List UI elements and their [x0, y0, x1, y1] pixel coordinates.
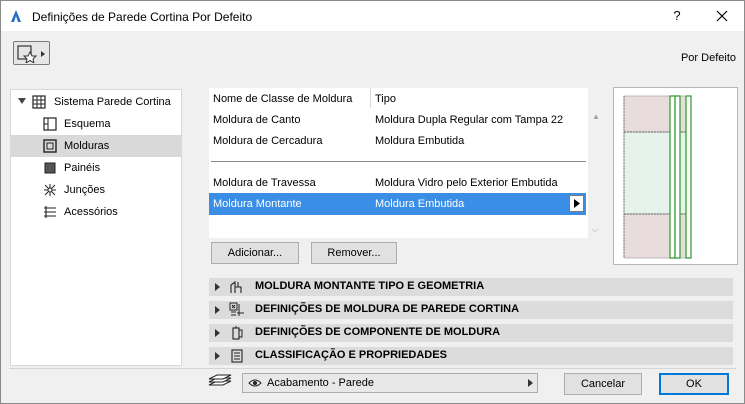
row-menu-button[interactable] [569, 195, 584, 212]
section-label: MOLDURA MONTANTE TIPO E GEOMETRIA [255, 280, 485, 292]
title-bar: Definições de Parede Cortina Por Defeito… [1, 1, 744, 31]
dialog-window: Definições de Parede Cortina Por Defeito… [0, 0, 745, 404]
remove-frame-button[interactable]: Remover... [311, 242, 397, 264]
frame-class-name: Moldura de Cercadura [213, 135, 323, 147]
frames-icon [43, 139, 57, 153]
chevron-right-icon [528, 379, 533, 387]
settings-tree-sidebar: Sistema Parede Cortina Esquema Molduras … [10, 89, 182, 366]
frame-preview [613, 87, 738, 265]
sidebar-item-label: Sistema Parede Cortina [54, 96, 171, 108]
sidebar-item-panels[interactable]: Painéis [11, 157, 181, 179]
classification-icon [231, 349, 243, 363]
panels-icon [44, 162, 56, 174]
favorites-button[interactable] [13, 41, 50, 65]
chevron-right-icon [574, 199, 580, 208]
frame-class-name: Moldura Montante [213, 198, 302, 210]
sidebar-item-scheme[interactable]: Esquema [11, 113, 181, 135]
section-label: DEFINIÇÕES DE COMPONENTE DE MOLDURA [255, 326, 501, 338]
cancel-button[interactable]: Cancelar [564, 373, 642, 395]
layers-icon [208, 374, 232, 386]
column-header-class: Nome de Classe de Moldura [213, 93, 353, 105]
frame-classes-table: Nome de Classe de Moldura Tipo Moldura d… [209, 88, 588, 238]
table-header-row: Nome de Classe de Moldura Tipo [209, 88, 586, 110]
layer-select[interactable]: Acabamento - Parede [242, 373, 538, 393]
frame-type: Moldura Embutida [375, 198, 465, 210]
footer-divider [9, 368, 736, 369]
tree-expand-icon [18, 98, 26, 104]
table-row[interactable]: Moldura de Cercadura Moldura Embutida [209, 130, 586, 152]
section-label: CLASSIFICAÇÃO E PROPRIEDADES [255, 349, 447, 361]
table-row[interactable]: Moldura de Travessa Moldura Vidro pelo E… [209, 172, 586, 194]
scroll-up-icon[interactable]: ▲ [592, 112, 600, 121]
section-label: DEFINIÇÕES DE MOLDURA DE PAREDE CORTINA [255, 303, 520, 315]
help-button[interactable]: ? [665, 5, 689, 27]
close-icon [716, 10, 728, 22]
defaults-label: Por Defeito [680, 52, 736, 64]
section-classification-properties[interactable]: CLASSIFICAÇÃO E PROPRIEDADES [209, 347, 733, 365]
scheme-icon [43, 117, 57, 131]
section-frame-type-geometry[interactable]: MOLDURA MONTANTE TIPO E GEOMETRIA [209, 278, 733, 296]
close-button[interactable] [707, 5, 737, 27]
table-row[interactable]: Moldura de Canto Moldura Dupla Regular c… [209, 109, 586, 131]
frame-class-name: Moldura de Travessa [213, 177, 316, 189]
table-row-selected[interactable]: Moldura Montante Moldura Embutida [209, 193, 586, 215]
table-separator [211, 161, 586, 162]
accessories-icon [44, 206, 56, 218]
archicad-logo-icon [11, 10, 21, 22]
frame-geometry-icon [230, 280, 242, 293]
sidebar-item-junctions[interactable]: Junções [11, 179, 181, 201]
frame-type: Moldura Dupla Regular com Tampa 22 [375, 114, 564, 126]
chevron-right-icon [215, 306, 220, 314]
column-header-type: Tipo [375, 93, 396, 105]
sidebar-item-curtain-wall-system[interactable]: Sistema Parede Cortina [11, 91, 181, 113]
column-divider [370, 88, 371, 108]
sidebar-item-label: Acessórios [64, 206, 118, 218]
add-frame-button[interactable]: Adicionar... [211, 242, 299, 264]
sidebar-item-accessories[interactable]: Acessórios [11, 201, 181, 223]
chevron-right-icon [215, 352, 220, 360]
scroll-down-icon[interactable]: ⌵ [592, 225, 598, 235]
sidebar-item-label: Junções [64, 184, 105, 196]
sidebar-item-label: Painéis [64, 162, 101, 174]
junctions-icon [44, 184, 56, 196]
section-frame-component-settings[interactable]: DEFINIÇÕES DE COMPONENTE DE MOLDURA [209, 324, 733, 342]
sidebar-item-label: Molduras [64, 140, 110, 152]
frame-settings-icon [229, 302, 244, 316]
favorites-icon [17, 45, 45, 63]
sidebar-item-label: Esquema [64, 118, 111, 130]
eye-icon [248, 379, 262, 387]
frame-component-icon [232, 326, 243, 340]
section-curtain-wall-frame-settings[interactable]: DEFINIÇÕES DE MOLDURA DE PAREDE CORTINA [209, 301, 733, 319]
layer-value: Acabamento - Parede [267, 377, 375, 389]
chevron-right-icon [215, 283, 220, 291]
curtain-wall-system-icon [32, 95, 46, 109]
frame-class-name: Moldura de Canto [213, 114, 301, 126]
chevron-right-icon [215, 329, 220, 337]
sidebar-item-frames[interactable]: Molduras [11, 135, 181, 157]
frame-type: Moldura Embutida [375, 135, 465, 147]
curtain-wall-preview-graphic [623, 95, 692, 259]
ok-button[interactable]: OK [659, 373, 729, 395]
frame-type: Moldura Vidro pelo Exterior Embutida [375, 177, 558, 189]
window-title: Definições de Parede Cortina Por Defeito [32, 10, 253, 24]
